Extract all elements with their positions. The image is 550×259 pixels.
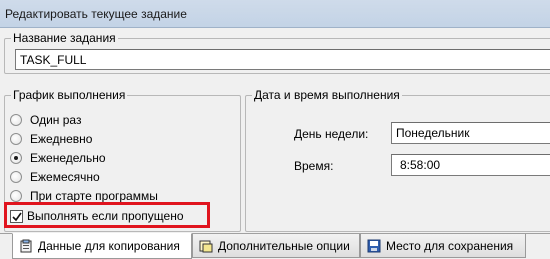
tab-copy-data-label: Данные для копирования — [38, 239, 180, 253]
checkbox-indicator[interactable] — [10, 209, 23, 223]
datetime-label: Дата и время выполнения — [252, 88, 402, 102]
radio-daily[interactable]: Ежедневно — [10, 131, 92, 147]
radio-weekly-label: Еженедельно — [30, 151, 106, 165]
weekday-label: День недели: — [294, 127, 369, 141]
tab-save-location[interactable]: Место для сохранения — [360, 234, 526, 258]
weekday-input[interactable]: Понедельник — [391, 122, 550, 144]
tab-additional-options[interactable]: Дополнительные опции — [192, 234, 360, 258]
clipboard-icon — [19, 239, 33, 253]
tab-strip: Данные для копирования Дополнительные оп… — [0, 233, 550, 259]
options-icon — [199, 239, 213, 253]
tab-save-location-label: Место для сохранения — [386, 238, 514, 253]
task-name-label: Название задания — [11, 31, 118, 45]
radio-daily-indicator[interactable] — [10, 133, 22, 145]
time-input[interactable]: 8:58:00 — [391, 154, 550, 176]
task-name-input[interactable]: TASK_FULL — [15, 49, 550, 70]
radio-monthly[interactable]: Ежемесячно — [10, 169, 100, 185]
dialog-body: Название задания TASK_FULL График выполн… — [0, 28, 550, 259]
radio-once-label: Один раз — [30, 113, 82, 127]
tab-additional-options-label: Дополнительные опции — [218, 238, 350, 253]
run-if-missed-label: Выполнять если пропущено — [27, 209, 184, 223]
radio-monthly-label: Ежемесячно — [30, 170, 100, 184]
radio-once-indicator[interactable] — [10, 114, 22, 126]
run-if-missed-checkbox[interactable]: Выполнять если пропущено — [10, 207, 184, 225]
radio-weekly[interactable]: Еженедельно — [10, 150, 106, 166]
edit-task-window: Редактировать текущее задание Название з… — [0, 0, 550, 259]
radio-monthly-indicator[interactable] — [10, 171, 22, 183]
radio-on-startup-indicator[interactable] — [10, 190, 22, 202]
schedule-label: График выполнения — [11, 88, 128, 102]
save-location-icon — [367, 239, 381, 253]
radio-daily-label: Ежедневно — [30, 132, 93, 146]
time-label: Время: — [294, 159, 334, 173]
title-bar[interactable]: Редактировать текущее задание — [0, 0, 550, 28]
radio-once[interactable]: Один раз — [10, 112, 81, 128]
checkmark-icon — [12, 212, 22, 221]
window-title: Редактировать текущее задание — [5, 7, 187, 21]
radio-weekly-indicator[interactable] — [10, 152, 22, 164]
radio-on-startup-label: При старте программы — [30, 189, 158, 203]
tab-copy-data[interactable]: Данные для копирования — [12, 233, 192, 259]
